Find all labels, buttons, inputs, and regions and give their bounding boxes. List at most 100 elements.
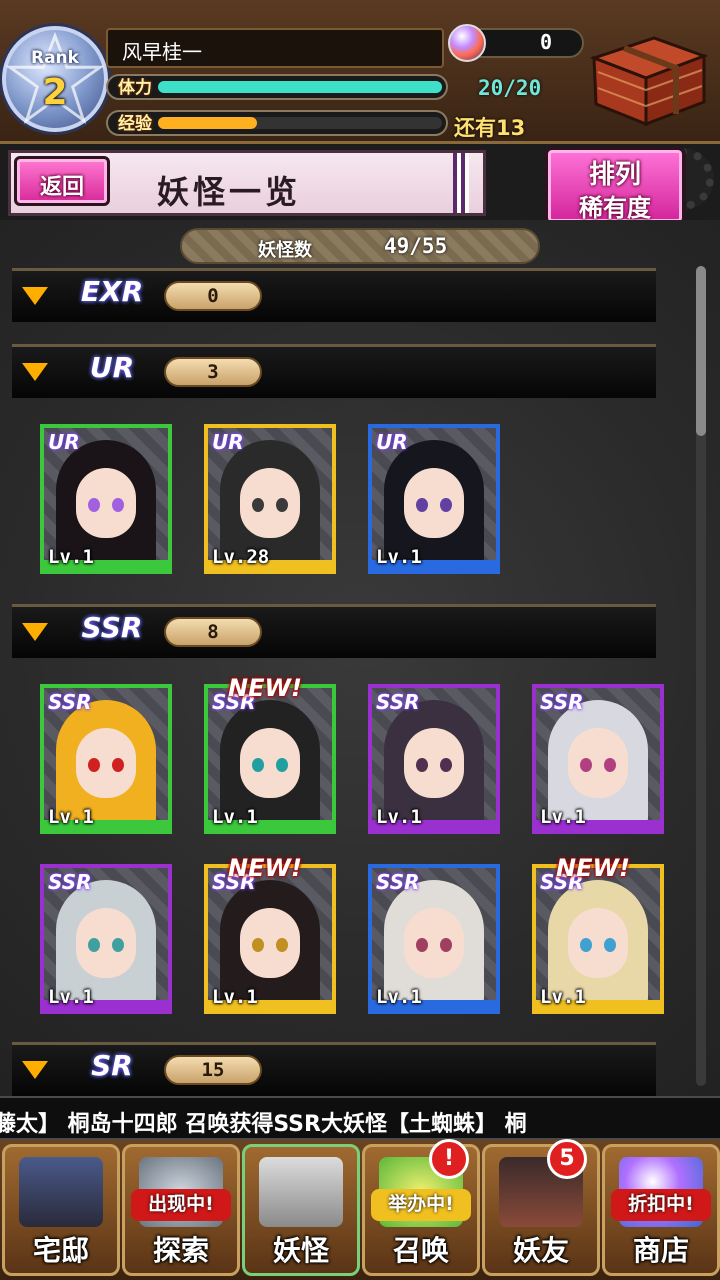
card-rarity: UR	[212, 430, 244, 454]
yokai-list[interactable]: 妖怪数 49/55 EXR 0 UR 3 SSR 8 SR 15 UR Lv.1	[0, 220, 720, 1096]
yokai-count-label: 妖怪数	[258, 240, 312, 261]
yokai-count-value: 49/55	[384, 234, 448, 258]
exp-label: 经验	[118, 114, 152, 134]
yokai-card[interactable]: SSR Lv.1 NEW!	[204, 854, 336, 1014]
status-bar: Rank 2 风早桂一 体力 20/20 经验 还有13 0	[0, 0, 720, 144]
gift-box-icon[interactable]	[584, 28, 714, 128]
nav-label: 商店	[632, 1234, 689, 1267]
back-label: 返回	[39, 175, 84, 200]
section-rarity-label: EXR	[80, 275, 144, 308]
nav-summon[interactable]: 举办中! ! 召唤	[362, 1139, 480, 1276]
house-icon	[19, 1157, 103, 1227]
card-rarity: SSR	[48, 690, 92, 714]
exp-remaining: 还有13	[454, 116, 526, 140]
announcement-ticker: 藤太】 桐岛十四郎 召唤获得SSR大妖怪【土蜘蛛】 桐	[0, 1096, 720, 1140]
card-rarity: UR	[376, 430, 408, 454]
yokai-card[interactable]: SSR Lv.1	[40, 684, 172, 834]
section-sr[interactable]: SR 15	[12, 1042, 656, 1096]
card-level: Lv.1	[376, 986, 422, 1008]
nav-mansion[interactable]: 宅邸	[2, 1144, 120, 1276]
section-ssr[interactable]: SSR 8	[12, 604, 656, 658]
yokai-card[interactable]: UR Lv.28	[204, 424, 336, 574]
orb-icon	[448, 24, 486, 62]
new-badge: NEW!	[228, 674, 302, 702]
nav-shop[interactable]: 折扣中! 商店	[602, 1144, 720, 1276]
nav-tag: 出现中!	[131, 1189, 231, 1221]
player-name-box: 风早桂一	[106, 28, 444, 68]
yokai-card[interactable]: SSR Lv.1 NEW!	[532, 854, 664, 1014]
card-level: Lv.1	[48, 546, 94, 568]
collapse-triangle-icon	[22, 287, 48, 305]
card-level: Lv.1	[212, 986, 258, 1008]
card-level: Lv.1	[540, 806, 586, 828]
card-rarity: UR	[48, 430, 80, 454]
yokai-card[interactable]: SSR Lv.1	[368, 684, 500, 834]
stamina-label: 体力	[118, 78, 152, 98]
nav-tag: 折扣中!	[611, 1189, 711, 1221]
bottom-nav: 宅邸 出现中! 探索 妖怪 举办中! ! 召唤 5 妖友 折扣中! 商店	[0, 1139, 720, 1280]
yokai-card[interactable]: UR Lv.1	[368, 424, 500, 574]
gem-value: 0	[540, 30, 553, 54]
back-button[interactable]: 返回	[14, 156, 110, 206]
exp-fill	[158, 117, 257, 129]
section-rarity-label: SSR	[81, 611, 143, 644]
notification-badge: 5	[547, 1139, 587, 1179]
nav-yokai[interactable]: 妖怪	[242, 1144, 360, 1276]
card-level: Lv.1	[376, 806, 422, 828]
section-count: 0	[164, 281, 262, 311]
scrollbar[interactable]	[696, 266, 706, 1086]
nav-friends[interactable]: 5 妖友	[482, 1139, 600, 1276]
stamina-fill	[158, 81, 442, 93]
player-name: 风早桂一	[122, 40, 202, 64]
card-level: Lv.1	[540, 986, 586, 1008]
card-level: Lv.1	[48, 806, 94, 828]
stamina-value: 20/20	[478, 76, 542, 100]
exp-gauge: 经验	[106, 110, 448, 136]
card-rarity: SSR	[540, 690, 584, 714]
card-level: Lv.1	[212, 806, 258, 828]
yokai-count-bar: 妖怪数 49/55	[180, 228, 540, 264]
card-rarity: SSR	[376, 690, 420, 714]
section-count: 15	[164, 1055, 262, 1085]
scroll-thumb[interactable]	[696, 266, 706, 436]
ticker-text: 藤太】 桐岛十四郎 召唤获得SSR大妖怪【土蜘蛛】 桐	[0, 1112, 527, 1137]
card-level: Lv.1	[48, 986, 94, 1008]
card-rarity: SSR	[376, 870, 420, 894]
nav-label: 召唤	[392, 1234, 449, 1267]
section-ur[interactable]: UR 3	[12, 344, 656, 398]
card-rarity: SSR	[48, 870, 92, 894]
page-header: 妖怪一览 返回 排列 稀有度	[0, 146, 720, 226]
section-count: 3	[164, 357, 262, 387]
sort-button[interactable]: 排列 稀有度	[544, 146, 686, 226]
yokai-card[interactable]: SSR Lv.1	[532, 684, 664, 834]
card-level: Lv.1	[376, 546, 422, 568]
yokai-card[interactable]: SSR Lv.1	[40, 864, 172, 1014]
nav-label: 妖友	[512, 1234, 569, 1267]
stamina-gauge: 体力	[106, 74, 448, 100]
collapse-triangle-icon	[22, 1061, 48, 1079]
nav-label: 妖怪	[272, 1234, 329, 1267]
new-badge: NEW!	[556, 854, 630, 882]
section-rarity-label: UR	[89, 351, 135, 384]
rank-value: 2	[42, 72, 68, 113]
nav-label: 探索	[152, 1234, 209, 1267]
rank-emblem[interactable]: Rank 2	[2, 26, 108, 132]
collapse-triangle-icon	[22, 363, 48, 381]
yokai-card[interactable]: SSR Lv.1 NEW!	[204, 674, 336, 834]
sort-label: 排列	[588, 160, 641, 190]
section-rarity-label: SR	[91, 1049, 133, 1082]
notification-badge: !	[429, 1139, 469, 1179]
yokai-card[interactable]: SSR Lv.1	[368, 864, 500, 1014]
page-title: 妖怪一览	[157, 173, 302, 211]
scroll-icon	[259, 1157, 343, 1227]
sort-mode: 稀有度	[579, 193, 651, 222]
yokai-card[interactable]: UR Lv.1	[40, 424, 172, 574]
rank-label: Rank	[31, 48, 79, 68]
nav-tag: 举办中!	[371, 1189, 471, 1221]
section-exr[interactable]: EXR 0	[12, 268, 656, 322]
nav-label: 宅邸	[32, 1234, 89, 1267]
new-badge: NEW!	[228, 854, 302, 882]
nav-explore[interactable]: 出现中! 探索	[122, 1144, 240, 1276]
section-count: 8	[164, 617, 262, 647]
collapse-triangle-icon	[22, 623, 48, 641]
